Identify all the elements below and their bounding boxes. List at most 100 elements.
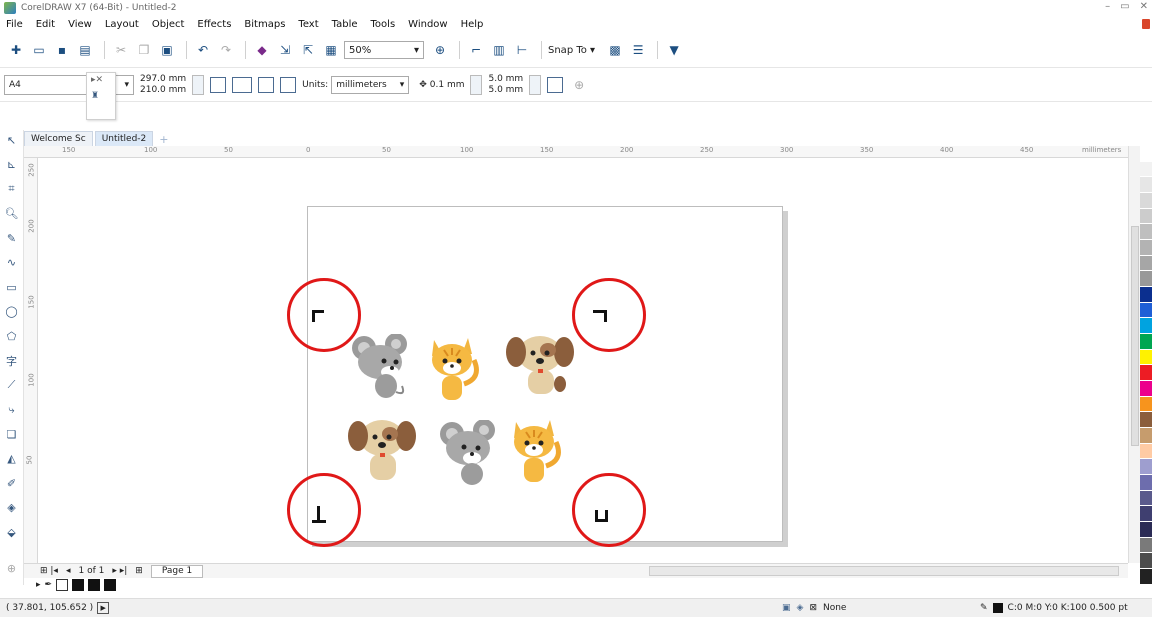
add-tab-icon[interactable]: + [159, 133, 168, 146]
palette-swatch[interactable] [1140, 365, 1152, 382]
add-page-icon[interactable]: ⊞ [135, 566, 143, 576]
interactive-fill-icon[interactable]: ◈ [3, 500, 21, 517]
palette-swatch[interactable] [1140, 428, 1152, 444]
options-icon[interactable]: ▩ [605, 40, 625, 60]
flyout-tool-icon[interactable]: ♜ [91, 91, 111, 101]
menu-view[interactable]: View [68, 19, 92, 30]
vertical-scroll-thumb[interactable] [1131, 226, 1139, 446]
palette-swatch[interactable] [1140, 287, 1152, 303]
play-icon[interactable]: ▶ [97, 602, 110, 614]
welcome-screen-icon[interactable]: ▼ [664, 40, 684, 60]
menu-table[interactable]: Table [332, 19, 358, 30]
ellipse-tool-icon[interactable]: ◯ [3, 304, 21, 321]
palette-swatch[interactable] [1140, 177, 1152, 194]
palette-swatch[interactable] [1140, 193, 1152, 209]
duplicate-x-value[interactable]: 5.0 mm [488, 74, 523, 85]
mouse-illustration[interactable] [350, 334, 416, 402]
lock-ratio-icon[interactable] [192, 74, 205, 95]
palette-arrow-icon[interactable]: ▸ [36, 580, 41, 590]
palette-swatch[interactable] [1140, 334, 1152, 350]
color-palette[interactable] [1140, 146, 1152, 585]
flyout-close-icon[interactable]: ▸✕ [91, 75, 111, 85]
menu-file[interactable]: File [6, 19, 23, 30]
menu-layout[interactable]: Layout [105, 19, 139, 30]
nudge-distance[interactable]: ✥ 0.1 mm [419, 80, 464, 90]
crop-tool-icon[interactable]: ⌗ [3, 181, 21, 198]
duplicate-distance[interactable]: 5.0 mm 5.0 mm [488, 74, 523, 96]
palette-swatch[interactable] [1140, 161, 1152, 178]
palette-swatch[interactable] [1140, 506, 1152, 523]
nudge-spinner[interactable] [470, 74, 483, 95]
palette-swatch[interactable] [1140, 302, 1152, 319]
show-rulers-icon[interactable]: ⌐ [466, 40, 486, 60]
copy-icon[interactable]: ❐ [134, 40, 154, 60]
tool-flyout[interactable]: ▸✕ ♜ [86, 72, 116, 120]
page-width-value[interactable]: 297.0 mm [140, 74, 186, 85]
puppy-illustration[interactable] [346, 412, 420, 490]
palette-swatch[interactable] [1140, 271, 1152, 288]
units-select[interactable]: millimeters ▾ [331, 75, 410, 94]
text-tool-icon[interactable]: 字 [3, 353, 21, 370]
page-1-tab[interactable]: Page 1 [150, 564, 204, 578]
outline-indicator[interactable]: ✎ C:0 M:0 Y:0 K:100 0.500 pt [980, 603, 1128, 613]
mouse-illustration[interactable] [438, 420, 504, 488]
vertical-scrollbar[interactable] [1128, 146, 1140, 563]
black-swatch[interactable] [104, 578, 117, 591]
palette-swatch[interactable] [1140, 569, 1152, 585]
tab-welcome-screen[interactable]: Welcome Sc [24, 131, 93, 146]
tab-untitled-2[interactable]: Untitled-2 [94, 131, 154, 146]
cat-illustration[interactable] [430, 332, 486, 406]
palette-swatch[interactable] [1140, 255, 1152, 272]
portrait-icon[interactable] [210, 76, 227, 93]
snap-to-dropdown[interactable]: Snap To ▾ [548, 45, 595, 56]
pick-tool-icon[interactable]: ↖ [3, 132, 21, 149]
add-tool-icon[interactable]: ⊕ [3, 561, 21, 578]
shape-tool-icon[interactable]: ⊾ [3, 157, 21, 174]
add-icon[interactable]: ⊕ [569, 75, 589, 95]
save-icon[interactable]: ▪ [52, 40, 72, 60]
rectangle-tool-icon[interactable]: ▭ [3, 279, 21, 296]
application-launcher-icon[interactable]: ☰ [628, 40, 648, 60]
duplicate-spinner[interactable] [529, 74, 542, 95]
palette-swatch[interactable] [1140, 553, 1152, 570]
open-icon[interactable]: ▭ [29, 40, 49, 60]
minimize-button[interactable]: – [1105, 1, 1110, 12]
connector-tool-icon[interactable]: ⤷ [3, 402, 21, 419]
palette-swatch[interactable] [1140, 240, 1152, 256]
new-document-icon[interactable]: ✚ [6, 40, 26, 60]
transparency-icon[interactable]: ◭ [3, 451, 21, 468]
palette-swatch[interactable] [1140, 522, 1152, 538]
vertical-ruler[interactable]: 250 200 150 100 50 millimeters [24, 158, 45, 563]
menu-tools[interactable]: Tools [371, 19, 396, 30]
menu-edit[interactable]: Edit [36, 19, 55, 30]
print-icon[interactable]: ▤ [75, 40, 95, 60]
show-guidelines-icon[interactable]: ⊢ [512, 40, 532, 60]
polygon-tool-icon[interactable]: ⬠ [3, 328, 21, 345]
palette-swatch[interactable] [1140, 318, 1152, 335]
paste-icon[interactable]: ▣ [157, 40, 177, 60]
publish-pdf-icon[interactable]: ▦ [321, 40, 341, 60]
palette-swatch[interactable] [1140, 537, 1152, 554]
smart-fill-icon[interactable]: ⬙ [3, 524, 21, 541]
menu-object[interactable]: Object [152, 19, 185, 30]
palette-swatch[interactable] [1140, 490, 1152, 507]
horizontal-ruler[interactable]: 150 100 50 0 50 100 150 200 250 300 350 … [24, 146, 1128, 158]
cat-illustration[interactable] [512, 414, 568, 488]
palette-swatch[interactable] [1140, 443, 1152, 460]
drawing-canvas[interactable] [38, 158, 1128, 563]
no-color-swatch[interactable] [56, 578, 69, 591]
artistic-media-icon[interactable]: ∿ [3, 255, 21, 272]
all-pages-icon[interactable] [258, 76, 275, 93]
menu-help[interactable]: Help [461, 19, 484, 30]
page-dimensions[interactable]: 297.0 mm 210.0 mm [140, 74, 186, 96]
palette-swatch[interactable] [1140, 475, 1152, 491]
first-page-icon[interactable]: ⊞ |◂ [40, 566, 58, 576]
menu-text[interactable]: Text [298, 19, 318, 30]
black-swatch[interactable] [88, 578, 101, 591]
landscape-icon[interactable] [232, 76, 253, 93]
parallel-dimension-icon[interactable]: ⟋ [3, 377, 21, 394]
restore-button[interactable]: ▭ [1120, 1, 1129, 12]
cut-icon[interactable]: ✂ [111, 40, 131, 60]
eyedropper-icon[interactable]: ✐ [3, 475, 21, 492]
palette-swatch[interactable] [1140, 208, 1152, 225]
